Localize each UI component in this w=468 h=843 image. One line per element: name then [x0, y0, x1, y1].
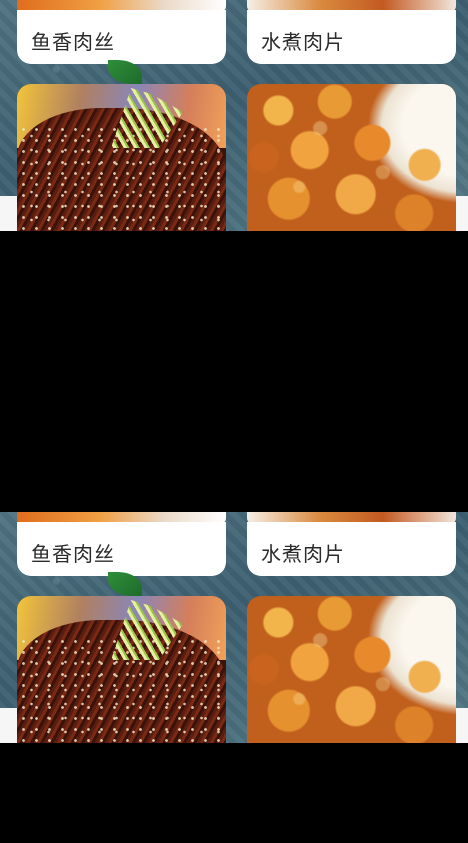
- dish-glaze: [247, 596, 456, 743]
- recipe-card-image[interactable]: [247, 596, 456, 743]
- divider: [456, 708, 468, 743]
- divider: [0, 708, 17, 743]
- recipe-card-caption[interactable]: 水煮肉片: [247, 522, 456, 576]
- recipe-card-image[interactable]: [17, 84, 226, 231]
- recipe-grid-bottom: 鱼香肉丝 水煮肉片: [0, 512, 468, 743]
- divider: [456, 196, 468, 231]
- recipe-card-caption[interactable]: 鱼香肉丝: [17, 10, 226, 64]
- recipe-name: 鱼香肉丝: [31, 30, 115, 54]
- recipe-name: 水煮肉片: [261, 542, 345, 566]
- recipe-name: 鱼香肉丝: [31, 542, 115, 566]
- recipe-card-caption[interactable]: 水煮肉片: [247, 10, 456, 64]
- recipe-card-caption[interactable]: 鱼香肉丝: [17, 522, 226, 576]
- dish-glaze: [247, 84, 456, 231]
- recipe-card-image[interactable]: [17, 596, 226, 743]
- recipe-grid-top: 鱼香肉丝 水煮肉片: [0, 0, 468, 231]
- recipe-card-image[interactable]: [247, 84, 456, 231]
- recipe-name: 水煮肉片: [261, 30, 345, 54]
- divider: [0, 196, 17, 231]
